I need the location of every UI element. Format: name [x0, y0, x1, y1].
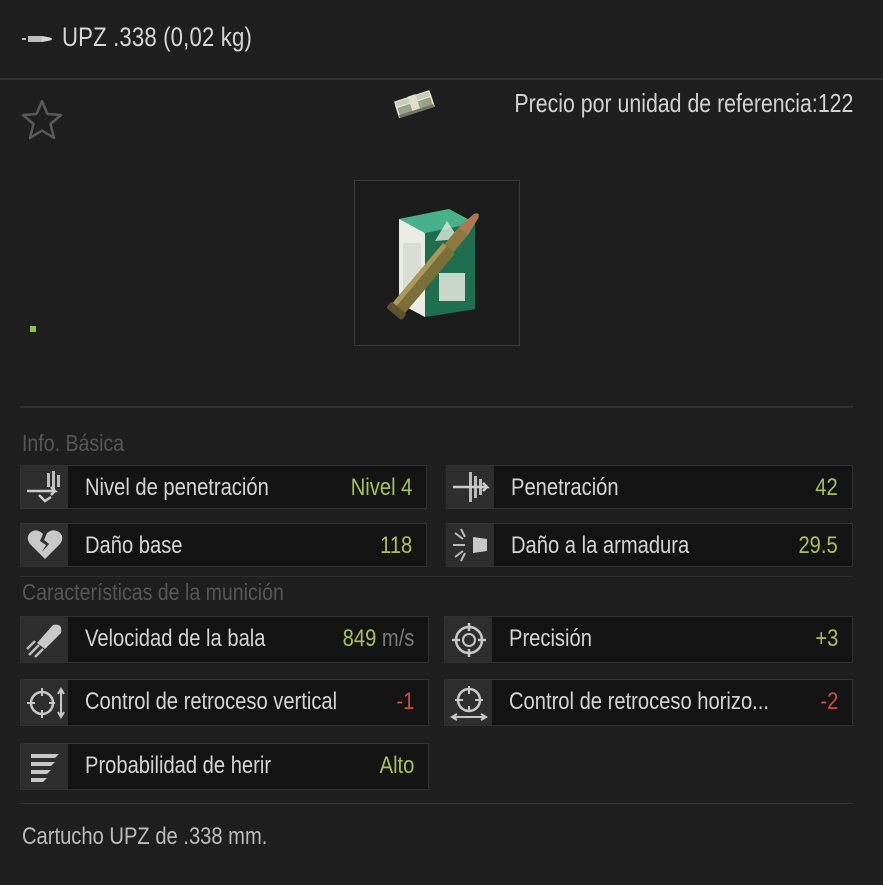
section-basic-info: Info. Básica	[22, 430, 125, 456]
section-ammo-characteristics: Características de la munición	[22, 579, 284, 605]
star-icon[interactable]	[20, 98, 64, 142]
stat-value: +3	[815, 625, 838, 652]
stat-unit: m/s	[381, 625, 414, 652]
stat-label: Control de retroceso vertical	[85, 688, 338, 715]
stat-value-with-unit: 849 m/s	[342, 625, 414, 653]
item-divider	[20, 406, 853, 408]
broken-heart-icon	[21, 524, 68, 566]
stat-value: 29.5	[798, 532, 838, 559]
item-description: Cartucho UPZ de .338 mm.	[22, 823, 268, 850]
stat-horizontal-recoil: Control de retroceso horizo... -2	[444, 679, 853, 726]
stat-label: Daño a la armadura	[511, 532, 690, 559]
stat-label: Probabilidad de herir	[85, 752, 272, 779]
price-label: Precio por unidad de referencia:122	[514, 87, 853, 118]
stat-value: Alto	[379, 752, 414, 779]
stat-value: -1	[396, 688, 414, 715]
stat-value: Nivel 4	[350, 474, 412, 501]
horizontal-recoil-icon	[445, 680, 492, 725]
status-dot	[30, 326, 36, 332]
stat-vertical-recoil: Control de retroceso vertical -1	[20, 679, 429, 726]
stat-value: 849	[342, 625, 376, 652]
bullet-icon	[22, 36, 52, 42]
penetration-icon	[447, 466, 494, 508]
stat-value: 118	[379, 532, 412, 559]
stat-label: Precisión	[509, 625, 592, 652]
stat-value: -2	[820, 688, 838, 715]
reference-price: Precio por unidad de referencia:122	[392, 86, 853, 120]
armor-damage-icon	[447, 524, 494, 566]
stat-label: Nivel de penetración	[85, 474, 269, 501]
stat-wound-chance: Probabilidad de herir Alto	[20, 743, 429, 790]
stat-base-damage: Daño base 118	[20, 523, 427, 567]
stat-accuracy: Precisión +3	[444, 616, 853, 663]
title-bar: UPZ .338 (0,02 kg)	[0, 0, 883, 78]
bullet-speed-icon	[21, 617, 68, 662]
stat-armor-damage: Daño a la armadura 29.5	[446, 523, 853, 567]
stat-penetration: Penetración 42	[446, 465, 853, 509]
header-divider	[0, 78, 883, 80]
vertical-recoil-icon	[21, 680, 68, 725]
item-image-frame	[354, 180, 520, 346]
stat-label: Velocidad de la bala	[85, 625, 266, 652]
stat-penetration-level: Nivel de penetración Nivel 4	[20, 465, 427, 509]
stat-label: Penetración	[511, 474, 619, 501]
crosshair-icon	[445, 617, 492, 662]
section-divider	[20, 576, 853, 577]
item-title: UPZ .338 (0,02 kg)	[62, 22, 252, 52]
ammo-box-icon	[387, 209, 479, 320]
description-divider	[20, 803, 853, 804]
money-stack-icon	[393, 90, 435, 119]
stat-label: Control de retroceso horizo...	[509, 688, 769, 715]
wound-chance-icon	[21, 744, 68, 789]
penetration-level-icon	[21, 466, 68, 508]
stat-label: Daño base	[85, 532, 183, 559]
stat-bullet-velocity: Velocidad de la bala 849 m/s	[20, 616, 429, 663]
stat-value: 42	[815, 474, 838, 501]
